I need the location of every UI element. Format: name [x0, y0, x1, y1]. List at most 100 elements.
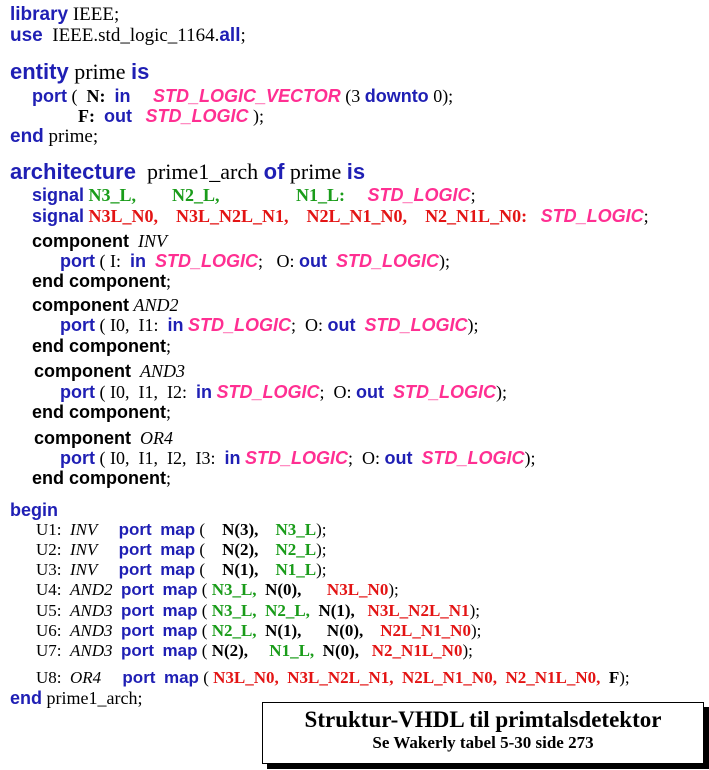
code-token: N(0),	[265, 580, 302, 599]
code-line: entity prime is	[10, 61, 149, 83]
code-token: port	[60, 382, 95, 402]
code-token: N2_L,	[211, 621, 257, 640]
code-token: AND2	[70, 580, 113, 599]
code-line: end prime1_arch;	[10, 689, 142, 707]
code-token: ;	[240, 25, 246, 46]
code-token: in	[130, 251, 146, 271]
code-token: signal	[32, 185, 85, 205]
code-token: N(0),	[322, 641, 360, 660]
code-token: begin	[10, 500, 58, 520]
code-token: end	[10, 688, 43, 708]
code-token: STD_LOGIC	[216, 382, 320, 402]
code-token: port	[122, 668, 156, 687]
code-token: N3_L,	[88, 185, 137, 205]
code-line: begin	[10, 501, 58, 519]
code-token: map	[162, 641, 198, 660]
code-token: port	[118, 540, 152, 559]
code-line: U5: AND3 port map ( N3_L, N2_L, N(1), N3…	[36, 602, 480, 619]
code-token: STD_LOGIC	[367, 185, 471, 205]
code-token: );	[470, 621, 482, 640]
code-token: port	[118, 520, 152, 539]
code-token: N3_L,	[211, 601, 257, 620]
code-token: out	[299, 251, 328, 271]
code-token: port	[32, 86, 67, 106]
code-token: );	[462, 641, 473, 660]
code-token: ( I0, I1:	[95, 315, 168, 335]
caption-box: Struktur-VHDL til primtalsdetektor Se Wa…	[262, 702, 704, 764]
code-token: U6:	[36, 621, 70, 640]
code-line: signal N3_L, N2_L, N1_L: STD_LOGIC;	[32, 186, 476, 204]
code-token: OR4	[70, 668, 102, 687]
code-token: N(0),	[326, 621, 364, 640]
code-line: signal N3L_N0, N3L_N2L_N1, N2L_N1_N0, N2…	[32, 207, 649, 225]
code-line: end component;	[32, 337, 171, 355]
code-token: prime	[68, 59, 132, 84]
code-token: N(2),	[222, 540, 259, 559]
code-token: U2:	[36, 540, 70, 559]
code-token: port	[118, 560, 152, 579]
code-token: component	[34, 428, 131, 448]
code-token: N3_L	[275, 520, 317, 539]
code-line: end component;	[32, 272, 171, 290]
code-token: component	[32, 295, 129, 315]
code-token: map	[162, 580, 198, 599]
code-token: );	[619, 668, 630, 687]
code-token: prime	[284, 159, 347, 184]
code-token: ;	[166, 402, 172, 422]
code-line: port ( I: in STD_LOGIC; O: out STD_LOGIC…	[60, 252, 450, 270]
code-token: ( I:	[95, 251, 130, 271]
code-token: (	[197, 601, 212, 620]
code-token: ( I0, I1, I2, I3:	[95, 448, 225, 468]
code-token: STD_LOGIC	[145, 106, 249, 126]
code-token: (	[67, 86, 87, 106]
code-line: end component;	[32, 403, 171, 421]
code-token: ( I0, I1, I2:	[95, 382, 196, 402]
code-token: N2_N1L_N0,	[505, 668, 601, 687]
code-token: map	[163, 668, 199, 687]
code-line: port ( N: in STD_LOGIC_VECTOR (3 downto …	[32, 87, 453, 105]
code-token: N(3),	[222, 520, 259, 539]
code-token: STD_LOGIC	[421, 448, 525, 468]
code-token: U3:	[36, 560, 70, 579]
code-token: out	[104, 106, 132, 126]
code-token: (3	[340, 86, 365, 106]
code-token: N(1),	[222, 560, 259, 579]
code-token: N1_L	[275, 560, 317, 579]
code-token: in	[114, 86, 131, 106]
code-token: ;	[470, 185, 476, 205]
code-token: STD_LOGIC	[155, 251, 259, 271]
code-token: prime1_arch	[135, 159, 264, 184]
code-token: (	[198, 668, 214, 687]
code-token: ; O:	[258, 251, 300, 271]
code-token: 0);	[428, 86, 454, 106]
code-line: component INV	[32, 232, 167, 250]
code-line: end prime;	[10, 127, 98, 146]
code-token: N3L_N0,	[88, 206, 159, 226]
vhdl-code-listing: library IEEE; use IEEE.std_logic_1164.all…	[0, 0, 709, 770]
code-token: in	[167, 315, 184, 335]
code-token: U4:	[36, 580, 70, 599]
code-token: );	[388, 580, 399, 599]
code-token: library	[10, 4, 69, 25]
code-line: U6: AND3 port map ( N2_L, N(1), N(0), N2…	[36, 622, 481, 639]
